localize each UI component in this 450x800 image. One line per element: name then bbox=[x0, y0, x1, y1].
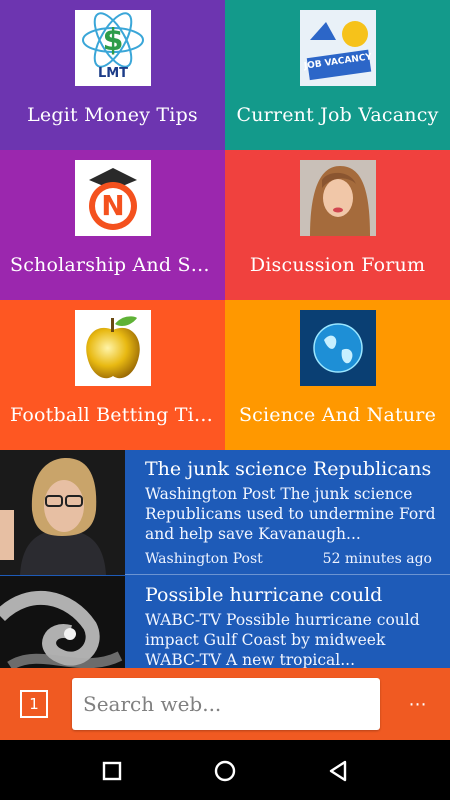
more-options-icon[interactable]: ⋯ bbox=[404, 694, 432, 715]
job-vacancy-icon: JOB VACANCY bbox=[300, 10, 376, 86]
person-photo-icon bbox=[0, 450, 125, 575]
divider bbox=[125, 574, 450, 575]
news-title: The junk science Republicans bbox=[145, 458, 432, 480]
tile-label: Current Job Vacancy bbox=[236, 104, 439, 126]
news-item[interactable]: Possible hurricane could WABC-TV Possibl… bbox=[0, 576, 450, 668]
tile-scholarship[interactable]: N Scholarship And Sch... bbox=[0, 150, 225, 300]
globe-icon bbox=[300, 310, 376, 386]
scholarship-logo-letter: N bbox=[101, 189, 125, 222]
tile-label: Legit Money Tips bbox=[27, 104, 198, 126]
tile-science-and-nature[interactable]: Science And Nature bbox=[225, 300, 450, 450]
recent-apps-icon[interactable] bbox=[99, 758, 125, 784]
news-title: Possible hurricane could bbox=[145, 584, 383, 606]
woman-portrait-icon bbox=[300, 160, 376, 236]
svg-text:$: $ bbox=[103, 23, 124, 58]
tile-label: Science And Nature bbox=[238, 404, 437, 426]
satellite-storm-icon bbox=[0, 576, 125, 668]
tile-football-betting-tips[interactable]: Football Betting Tips bbox=[0, 300, 225, 450]
tab-count-button[interactable]: 1 bbox=[20, 690, 48, 718]
system-navigation-bar bbox=[0, 740, 450, 800]
lmt-dollar-logo-icon: $ LMT bbox=[75, 10, 151, 86]
news-item-body: The junk science Republicans Washington … bbox=[125, 450, 450, 576]
tile-label: Football Betting Tips bbox=[10, 404, 217, 426]
news-meta: Washington Post 52 minutes ago bbox=[145, 551, 432, 567]
category-grid: $ LMT Legit Money Tips JOB VACANCY Curre… bbox=[0, 0, 450, 450]
search-input[interactable] bbox=[83, 692, 380, 716]
news-source: Washington Post bbox=[145, 551, 263, 567]
news-item-body: Possible hurricane could WABC-TV Possibl… bbox=[125, 576, 450, 668]
tile-current-job-vacancy[interactable]: JOB VACANCY Current Job Vacancy bbox=[225, 0, 450, 150]
golden-apple-icon bbox=[75, 310, 151, 386]
search-field[interactable] bbox=[72, 678, 380, 730]
news-description: WABC-TV Possible hurricane could impact … bbox=[145, 611, 420, 668]
tile-label: Scholarship And Sch... bbox=[10, 254, 225, 276]
home-icon[interactable] bbox=[212, 758, 238, 784]
back-icon[interactable] bbox=[325, 758, 351, 784]
tile-label: Discussion Forum bbox=[249, 254, 426, 276]
news-feed[interactable]: The junk science Republicans Washington … bbox=[0, 450, 450, 668]
lmt-logo-text: LMT bbox=[97, 66, 129, 81]
tile-legit-money-tips[interactable]: $ LMT Legit Money Tips bbox=[0, 0, 225, 150]
scholarship-n-logo-icon: N bbox=[75, 160, 151, 236]
news-time: 52 minutes ago bbox=[322, 551, 432, 567]
news-item[interactable]: The junk science Republicans Washington … bbox=[0, 450, 450, 576]
tile-discussion-forum[interactable]: Discussion Forum bbox=[225, 150, 450, 300]
news-description: Washington Post The junk science Republi… bbox=[145, 485, 436, 543]
